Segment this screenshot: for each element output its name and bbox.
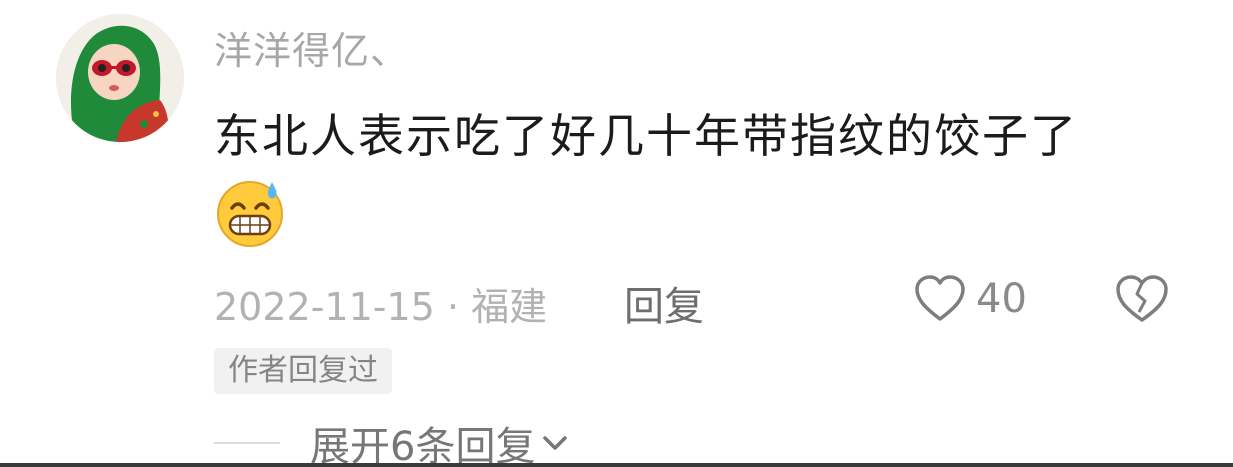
expand-replies-label: 展开6条回复 xyxy=(310,424,536,467)
author-replied-badge: 作者回复过 xyxy=(214,348,392,394)
avatar[interactable] xyxy=(56,14,184,142)
like-button[interactable]: 40 xyxy=(914,272,1027,326)
comment-text: 东北人表示吃了好几十年带指纹的饺子了 xyxy=(214,109,1078,163)
grinning-sweat-emoji-icon xyxy=(214,176,286,248)
comment-item: 洋洋得亿、 东北人表示吃了好几十年带指纹的饺子了 2022-11-15 · 福建… xyxy=(0,0,1233,467)
broken-heart-icon xyxy=(1116,275,1168,322)
reply-button[interactable]: 回复 xyxy=(624,274,704,332)
expand-replies-button[interactable]: 展开6条回复 xyxy=(214,418,571,467)
heart-icon xyxy=(915,275,965,321)
username[interactable]: 洋洋得亿、 xyxy=(214,20,409,75)
bottom-border xyxy=(0,463,1233,467)
like-count: 40 xyxy=(976,276,1027,322)
date-location: 2022-11-15 · 福建 xyxy=(214,285,548,329)
dislike-button[interactable] xyxy=(1114,272,1170,326)
divider-line xyxy=(214,442,280,444)
chevron-down-icon xyxy=(543,436,568,450)
comment-meta-row: 2022-11-15 · 福建 回复 40 xyxy=(214,272,1194,330)
avatar-image xyxy=(56,14,184,142)
